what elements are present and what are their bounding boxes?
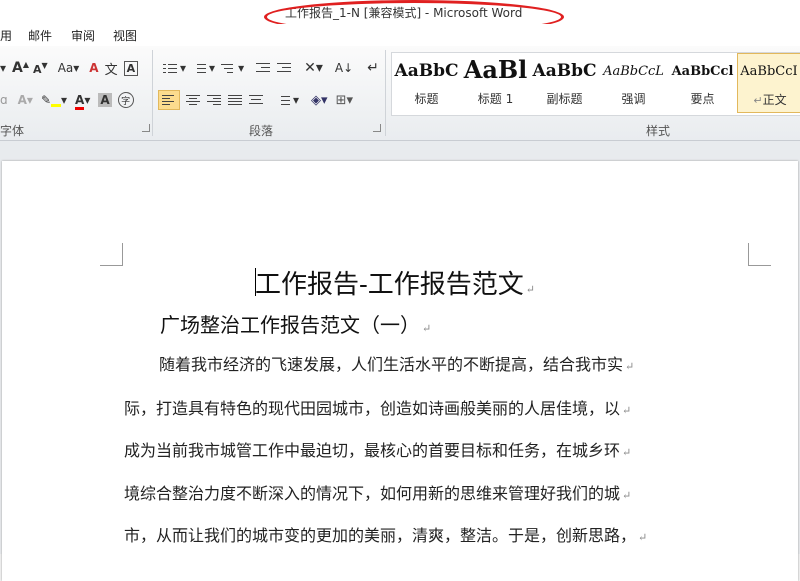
group-label-styles: 样式 [646,124,671,138]
grow-font-button[interactable]: A▲ [12,60,29,76]
align-left-icon[interactable] [158,90,180,110]
font-size-dropdown-icon[interactable]: ▾ [0,61,6,75]
multilevel-list-icon[interactable] [221,62,235,74]
bullets-icon[interactable] [163,62,177,74]
ribbon: ▾ A▲ A▼ Aa▾ A 文 A ɑ A▾ ✎ ▾ A▾ A 字 字体 ▾ ▾ … [0,46,800,141]
justify-icon[interactable] [228,94,242,106]
ribbon-tabs: 用 邮件 审阅 视图 [0,24,800,46]
font-color-button[interactable]: A▾ [75,93,90,110]
group-label-font: 字体 [0,124,25,138]
borders-icon[interactable]: ⊞▾ [336,93,353,108]
superscript-partial-icon[interactable]: ɑ [0,93,8,107]
distributed-icon[interactable] [249,94,263,106]
tab-review[interactable]: 审阅 [71,27,95,44]
group-divider [385,50,386,136]
paragraph-dialog-launcher-icon[interactable] [373,124,381,132]
shrink-font-button[interactable]: A▼ [33,61,48,76]
clear-format-button[interactable]: A [89,61,98,75]
enclose-char-button[interactable]: 字 [117,92,134,108]
body-line: 市，从而让我们的城市变的更加的美丽，清爽，整洁。于是，创新思路， ↵ [124,526,648,545]
increase-indent-icon[interactable] [277,62,292,74]
title-bar: 工作报告_1-N [兼容模式] - Microsoft Word [0,0,800,34]
group-label-paragraph: 段落 [249,124,274,138]
body-line: 境综合整治力度不断深入的情况下，如何用新的思维来管理好我们的城 ↵ [124,484,632,503]
decrease-indent-icon[interactable] [256,62,271,74]
group-divider [152,50,153,136]
page-margin-corner-left [100,243,123,266]
highlight-button[interactable]: ✎ ▾ [41,93,67,107]
style-normal[interactable]: AaBbCcI ↵正文 [737,53,800,113]
char-shading-button[interactable]: A [98,93,112,107]
tab-mailings[interactable]: 邮件 [28,27,52,44]
sort-icon[interactable]: A↓ [335,61,353,75]
text-cursor [255,268,256,296]
char-border-button[interactable]: A [123,60,139,76]
style-emphasis[interactable]: AaBbCcL 强调 [599,53,668,113]
body-line: 际，打造具有特色的现代田园城市，创造如诗画般美丽的人居佳境，以 ↵ [124,399,632,418]
style-title[interactable]: AaBbC 标题 [392,53,461,113]
chinese-layout-icon[interactable]: ✕▾ [304,60,323,76]
style-strong[interactable]: AaBbCcl 要点 [668,53,737,113]
style-subtitle[interactable]: AaBbC 副标题 [530,53,599,113]
styles-gallery: AaBbC 标题 AaBl 标题 1 AaBbC 副标题 AaBbCcL 强调 … [391,52,800,116]
align-center-icon[interactable] [186,94,200,106]
phonetic-guide-button[interactable]: 文 [105,59,118,78]
change-case-button[interactable]: Aa▾ [58,61,80,75]
document-title: 工作报告-工作报告范文 ↵ [255,270,536,300]
show-marks-icon[interactable]: ↵ [367,60,379,76]
paragraph-row-1: ▾ ▾ ▾ ✕▾ A↓ ↵ [160,58,379,78]
font-size-row: ▾ A▲ A▼ Aa▾ A 文 A [0,58,139,78]
page-margin-corner-right [748,243,771,266]
font-dialog-launcher-icon[interactable] [142,124,150,132]
shading-icon[interactable]: ◈▾ [311,93,328,108]
document-subtitle: 广场整治工作报告范文（一） ↵ [160,313,432,337]
font-format-row: ɑ A▾ ✎ ▾ A▾ A 字 [0,90,134,110]
document-page[interactable]: 工作报告-工作报告范文 ↵ 广场整治工作报告范文（一） ↵ 随着我市经济的飞速发展，… [2,161,798,581]
line-spacing-icon[interactable] [276,94,290,106]
text-effect-button[interactable]: A▾ [18,93,33,107]
body-line: 随着我市经济的飞速发展，人们生活水平的不断提高，结合我市实 ↵ [159,355,635,374]
paragraph-row-2: ▾ ◈▾ ⊞▾ [156,90,353,110]
tab-view-partial[interactable]: 用 [0,27,12,44]
document-canvas: 工作报告-工作报告范文 ↵ 广场整治工作报告范文（一） ↵ 随着我市经济的飞速发展，… [0,141,800,581]
align-right-icon[interactable] [207,94,221,106]
tab-view[interactable]: 视图 [113,27,137,44]
body-line: 成为当前我市城管工作中最迫切，最核心的首要目标和任务，在城乡环 ↵ [124,441,632,460]
style-heading-1[interactable]: AaBl 标题 1 [461,53,530,113]
numbering-icon[interactable] [192,62,207,74]
